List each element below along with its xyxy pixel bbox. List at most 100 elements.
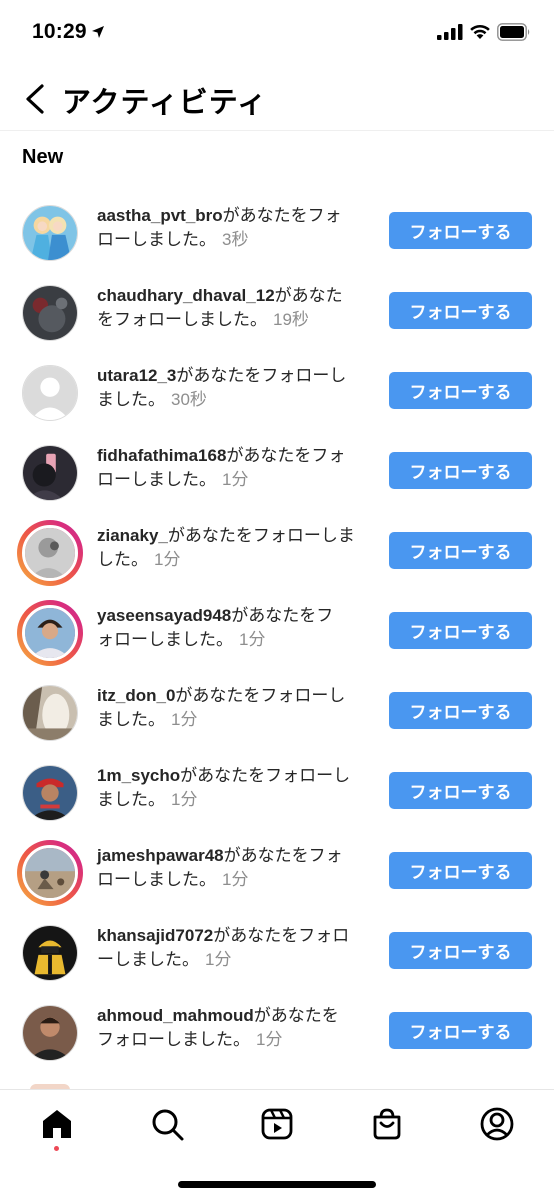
notification-row: ahmoud_mahmoudがあなたを フォローしました。 1分 フォローする [0, 990, 554, 1070]
notification-row: zianaky_があなたをフォローしま した。 1分 フォローする [0, 510, 554, 590]
follow-button[interactable]: フォローする [389, 772, 532, 809]
status-bar: 10:29 [0, 0, 554, 66]
follow-button[interactable]: フォローする [389, 612, 532, 649]
avatar-story-ring[interactable] [17, 840, 83, 906]
avatar-story-ring[interactable] [17, 520, 83, 586]
notification-message: があなたをフ [231, 606, 334, 625]
username[interactable]: aastha_pvt_bro [97, 206, 223, 225]
tab-search[interactable] [149, 1106, 185, 1142]
notification-text: khansajid7072があなたをフォロ ーしました。 1分 [97, 924, 372, 972]
notification-message-cont: ローしました。 [97, 230, 216, 249]
tab-home[interactable] [39, 1106, 75, 1142]
notification-row: utara12_3があなたをフォローし ました。 30秒 フォローする [0, 350, 554, 430]
avatar[interactable] [17, 280, 83, 346]
notification-message: があなたを [253, 1006, 339, 1025]
avatar[interactable] [17, 360, 83, 426]
notification-row: fidhafathima168があなたをフォ ローしました。 1分 フォローする [0, 430, 554, 510]
status-time: 10:29 [32, 20, 87, 43]
avatar-image [22, 605, 78, 661]
notification-message: があなた [274, 286, 343, 305]
timestamp: 1分 [222, 870, 249, 889]
username[interactable]: chaudhary_dhaval_12 [97, 286, 275, 305]
page-title: アクティビティ [62, 87, 268, 119]
search-icon [152, 1109, 184, 1141]
home-indicator [178, 1181, 376, 1188]
avatar-image [22, 365, 78, 421]
notification-message: があなたをフォローし [176, 366, 347, 385]
avatar-image [22, 285, 78, 341]
username[interactable]: itz_don_0 [97, 686, 175, 705]
notification-message-cont: ました。 [97, 390, 165, 409]
notification-message: があなたをフォ [223, 846, 343, 865]
back-chevron-icon[interactable] [20, 82, 52, 116]
notification-text: aastha_pvt_broがあなたをフォ ローしました。 3秒 [97, 204, 372, 252]
notification-message-cont: ーしました。 [97, 950, 199, 969]
timestamp: 1分 [256, 1030, 283, 1049]
avatar-story-ring[interactable] [17, 600, 83, 666]
timestamp: 3秒 [222, 230, 249, 249]
notification-row: 1m_sychoがあなたをフォローし ました。 1分 フォローする [0, 750, 554, 830]
notification-row: khansajid7072があなたをフォロ ーしました。 1分 フォローする [0, 910, 554, 990]
username[interactable]: zianaky_ [97, 526, 168, 545]
follow-button[interactable]: フォローする [389, 852, 532, 889]
location-arrow-icon [92, 26, 104, 38]
username[interactable]: yaseensayad948 [97, 606, 231, 625]
notification-message-cont: をフォローしました。 [97, 310, 267, 329]
notification-message: があなたをフォローしま [167, 526, 355, 545]
notification-row: jameshpawar48があなたをフォ ローしました。 1分 フォローする [0, 830, 554, 910]
timestamp: 1分 [171, 710, 198, 729]
tab-profile[interactable] [479, 1106, 515, 1142]
avatar-image [22, 205, 78, 261]
follow-button[interactable]: フォローする [389, 1012, 532, 1049]
follow-button[interactable]: フォローする [389, 372, 532, 409]
notification-text: 1m_sychoがあなたをフォローし ました。 1分 [97, 764, 372, 812]
wifi-icon [470, 24, 490, 39]
username[interactable]: fidhafathima168 [97, 446, 226, 465]
username[interactable]: khansajid7072 [97, 926, 213, 945]
timestamp: 1分 [222, 470, 249, 489]
avatar[interactable] [17, 200, 83, 266]
username[interactable]: jameshpawar48 [97, 846, 224, 865]
notification-message-cont: フォローしました。 [97, 1030, 250, 1049]
tab-shop[interactable] [369, 1106, 405, 1142]
username[interactable]: 1m_sycho [97, 766, 180, 785]
follow-button[interactable]: フォローする [389, 292, 532, 329]
notification-message-cont: ローしました。 [97, 870, 216, 889]
notification-row: itz_don_0があなたをフォローし ました。 1分 フォローする [0, 670, 554, 750]
follow-button[interactable]: フォローする [389, 452, 532, 489]
timestamp: 19秒 [273, 310, 309, 329]
shop-icon [373, 1108, 401, 1140]
avatar[interactable] [17, 920, 83, 986]
avatar-image [22, 445, 78, 501]
reels-icon [261, 1108, 293, 1140]
follow-button[interactable]: フォローする [389, 212, 532, 249]
notification-text: itz_don_0があなたをフォローし ました。 1分 [97, 684, 372, 732]
notification-text: fidhafathima168があなたをフォ ローしました。 1分 [97, 444, 372, 492]
timestamp: 1分 [239, 630, 266, 649]
follow-button[interactable]: フォローする [389, 532, 532, 569]
avatar[interactable] [17, 680, 83, 746]
avatar-image [22, 525, 78, 581]
notification-text: jameshpawar48があなたをフォ ローしました。 1分 [97, 844, 372, 892]
timestamp: 1分 [171, 790, 198, 809]
section-title: New [22, 146, 64, 168]
notification-message: があなたをフォロ [213, 926, 350, 945]
follow-button[interactable]: フォローする [389, 692, 532, 729]
username[interactable]: utara12_3 [97, 366, 176, 385]
cellular-signal-icon [437, 24, 463, 40]
unread-dot [54, 1146, 59, 1151]
avatar[interactable] [17, 1000, 83, 1066]
notification-message-cont: ました。 [97, 710, 165, 729]
notification-message-cont: ォローしました。 [97, 630, 233, 649]
timestamp: 1分 [205, 950, 232, 969]
notification-row: chaudhary_dhaval_12があなた をフォローしました。 19秒 フォ… [0, 270, 554, 350]
notification-text: ahmoud_mahmoudがあなたを フォローしました。 1分 [97, 1004, 372, 1052]
battery-icon [497, 23, 530, 41]
avatar[interactable] [17, 440, 83, 506]
tab-reels[interactable] [259, 1106, 295, 1142]
notification-message-cont: ました。 [97, 790, 165, 809]
username[interactable]: ahmoud_mahmoud [97, 1006, 254, 1025]
notification-text: zianaky_があなたをフォローしま した。 1分 [97, 524, 372, 572]
avatar[interactable] [17, 760, 83, 826]
follow-button[interactable]: フォローする [389, 932, 532, 969]
